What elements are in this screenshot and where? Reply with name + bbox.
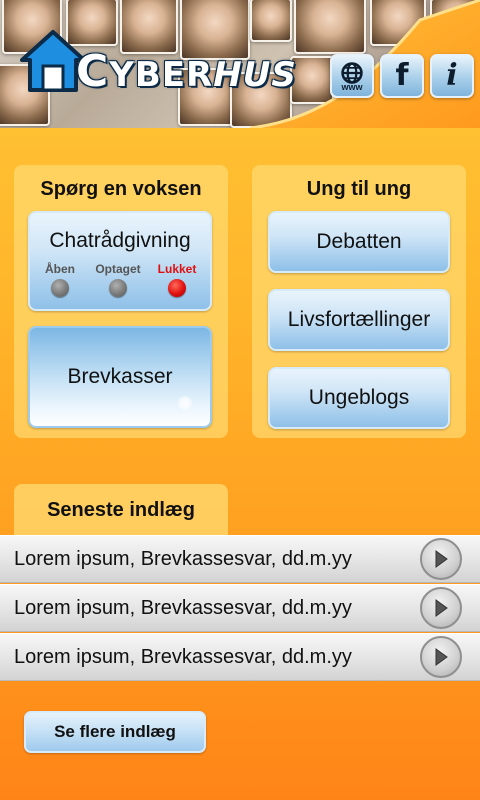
mailbox-label: Brevkasser — [67, 365, 173, 388]
post-title: Lorem ipsum, Brevkassesvar, dd.m.yy — [14, 596, 352, 619]
youth-panel: Ung til ung Debatten Livsfortællinger Un… — [252, 165, 466, 438]
youth-blogs-button[interactable]: Ungeblogs — [268, 367, 450, 429]
status-open-label: Åben — [45, 262, 75, 276]
post-title: Lorem ipsum, Brevkassesvar, dd.m.yy — [14, 547, 352, 570]
arrow-right-icon[interactable] — [420, 587, 462, 629]
debate-button[interactable]: Debatten — [268, 211, 450, 273]
status-open-indicator — [51, 279, 69, 297]
ask-adult-title: Spørg en voksen — [40, 178, 202, 200]
life-stories-label: Livsfortællinger — [287, 308, 431, 331]
post-title: Lorem ipsum, Brevkassesvar, dd.m.yy — [14, 645, 352, 668]
status-closed-indicator — [168, 279, 186, 297]
chat-counseling-label: Chatrådgivning — [49, 229, 191, 252]
status-busy-indicator — [109, 279, 127, 297]
logo-wordmark: CYBERHUS — [76, 46, 297, 97]
status-closed-label: Lukket — [157, 262, 197, 276]
see-more-posts-button[interactable]: Se flere indlæg — [24, 711, 206, 753]
info-icon[interactable]: i — [430, 54, 474, 98]
chat-counseling-button[interactable]: Chatrådgivning Åben Optaget Lukket — [28, 211, 212, 311]
ask-adult-panel: Spørg en voksen Chatrådgivning Åben Opta… — [14, 165, 228, 438]
debate-label: Debatten — [316, 230, 402, 253]
post-row[interactable]: Lorem ipsum, Brevkassesvar, dd.m.yy — [0, 584, 480, 632]
youth-title: Ung til ung — [306, 178, 412, 200]
life-stories-button[interactable]: Livsfortællinger — [268, 289, 450, 351]
facebook-icon[interactable]: f — [380, 54, 424, 98]
latest-posts-title: Seneste indlæg — [14, 484, 228, 536]
post-row[interactable]: Lorem ipsum, Brevkassesvar, dd.m.yy — [0, 535, 480, 583]
header-icon-group: www f i — [330, 54, 474, 98]
status-busy-label: Optaget — [95, 262, 141, 276]
sparkle-decoration — [178, 396, 192, 410]
post-row[interactable]: Lorem ipsum, Brevkassesvar, dd.m.yy — [0, 633, 480, 681]
globe-icon[interactable]: www — [330, 54, 374, 98]
mailbox-button[interactable]: Brevkasser — [28, 326, 212, 428]
youth-blogs-label: Ungeblogs — [308, 386, 410, 409]
cyberhus-logo[interactable]: CYBERHUS — [18, 28, 296, 100]
arrow-right-icon[interactable] — [420, 636, 462, 678]
header: CYBERHUS www f i — [0, 0, 480, 128]
arrow-right-icon[interactable] — [420, 538, 462, 580]
